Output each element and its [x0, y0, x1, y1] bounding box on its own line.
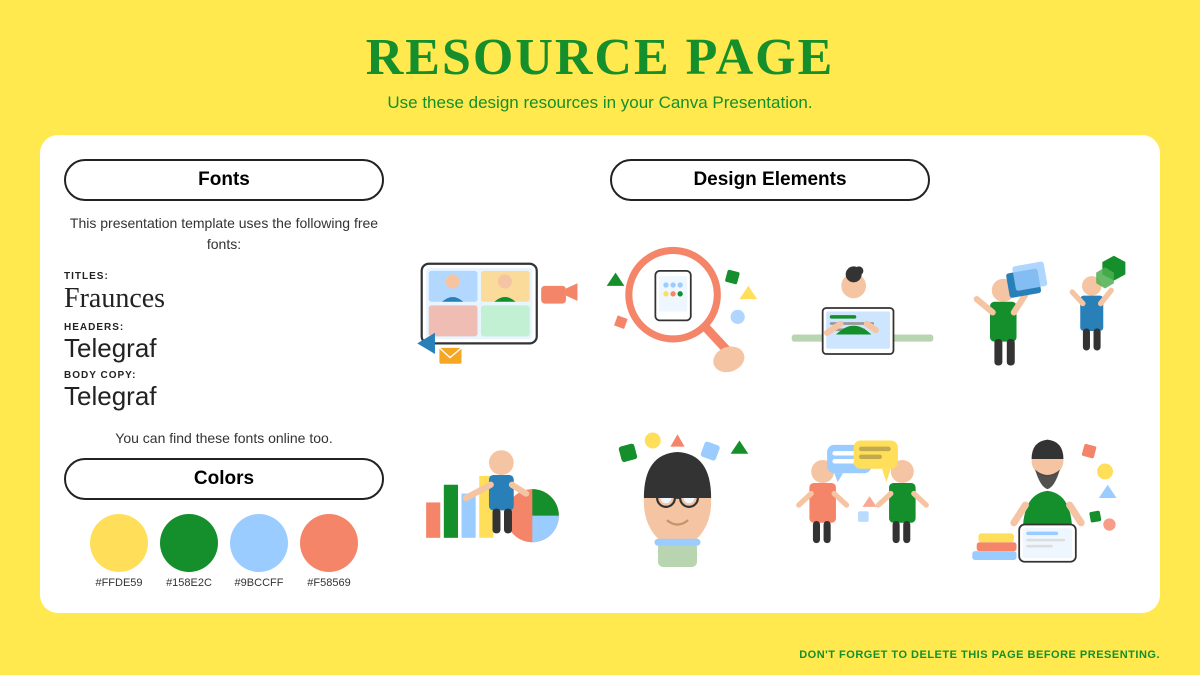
main-card: Fonts This presentation template uses th…: [40, 135, 1160, 613]
illustration-charts: [404, 407, 581, 589]
footer-note: DON'T FORGET TO DELETE THIS PAGE BEFORE …: [799, 649, 1160, 661]
design-elements-header-box: Design Elements: [610, 159, 930, 201]
fonts-header-label: Fonts: [198, 169, 250, 190]
font-name-telegraf-body: Telegraf: [64, 381, 384, 412]
illustration-video-call: [404, 217, 581, 399]
color-hex-yellow: #FFDE59: [95, 577, 142, 589]
font-label-body: BODY COPY:: [64, 370, 384, 381]
font-name-telegraf-header: Telegraf: [64, 333, 384, 364]
fonts-description: This presentation template uses the foll…: [64, 213, 384, 255]
page-header: RESOURCE PAGE Use these design resources…: [366, 0, 835, 121]
color-circle-green: [160, 514, 218, 572]
font-name-fraunces: Fraunces: [64, 282, 384, 316]
color-swatch-yellow: #FFDE59: [90, 514, 148, 589]
right-panel: Design Elements: [404, 159, 1136, 589]
color-swatch-blue: #9BCCFF: [230, 514, 288, 589]
color-swatches: #FFDE59 #158E2C #9BCCFF #F58569: [90, 514, 358, 589]
color-swatch-coral: #F58569: [300, 514, 358, 589]
color-hex-blue: #9BCCFF: [235, 577, 284, 589]
font-block-headers: HEADERS: Telegraf: [64, 322, 384, 364]
page-title: RESOURCE PAGE: [366, 28, 835, 87]
font-label-headers: HEADERS:: [64, 322, 384, 333]
colors-header-label: Colors: [194, 468, 254, 489]
color-swatch-green: #158E2C: [160, 514, 218, 589]
fonts-online-text: You can find these fonts online too.: [115, 430, 332, 446]
illustration-carry-shapes: [959, 217, 1136, 399]
font-block-titles: TITLES: Fraunces: [64, 271, 384, 316]
colors-header-box: Colors: [64, 458, 384, 500]
color-hex-coral: #F58569: [307, 577, 350, 589]
illustration-desk-work: [774, 217, 951, 399]
font-label-titles: TITLES:: [64, 271, 384, 282]
illustration-magnify: [589, 217, 766, 399]
illustration-reading: [959, 407, 1136, 589]
illustration-communicate: [774, 407, 951, 589]
color-circle-yellow: [90, 514, 148, 572]
design-elements-label: Design Elements: [693, 169, 846, 190]
color-circle-blue: [230, 514, 288, 572]
fonts-header-box: Fonts: [64, 159, 384, 201]
color-circle-coral: [300, 514, 358, 572]
illustration-brain-ideas: [589, 407, 766, 589]
color-hex-green: #158E2C: [166, 577, 212, 589]
left-panel: Fonts This presentation template uses th…: [64, 159, 384, 589]
page-subtitle: Use these design resources in your Canva…: [366, 93, 835, 113]
font-block-body: BODY COPY: Telegraf: [64, 370, 384, 412]
illustrations-grid: [404, 217, 1136, 589]
